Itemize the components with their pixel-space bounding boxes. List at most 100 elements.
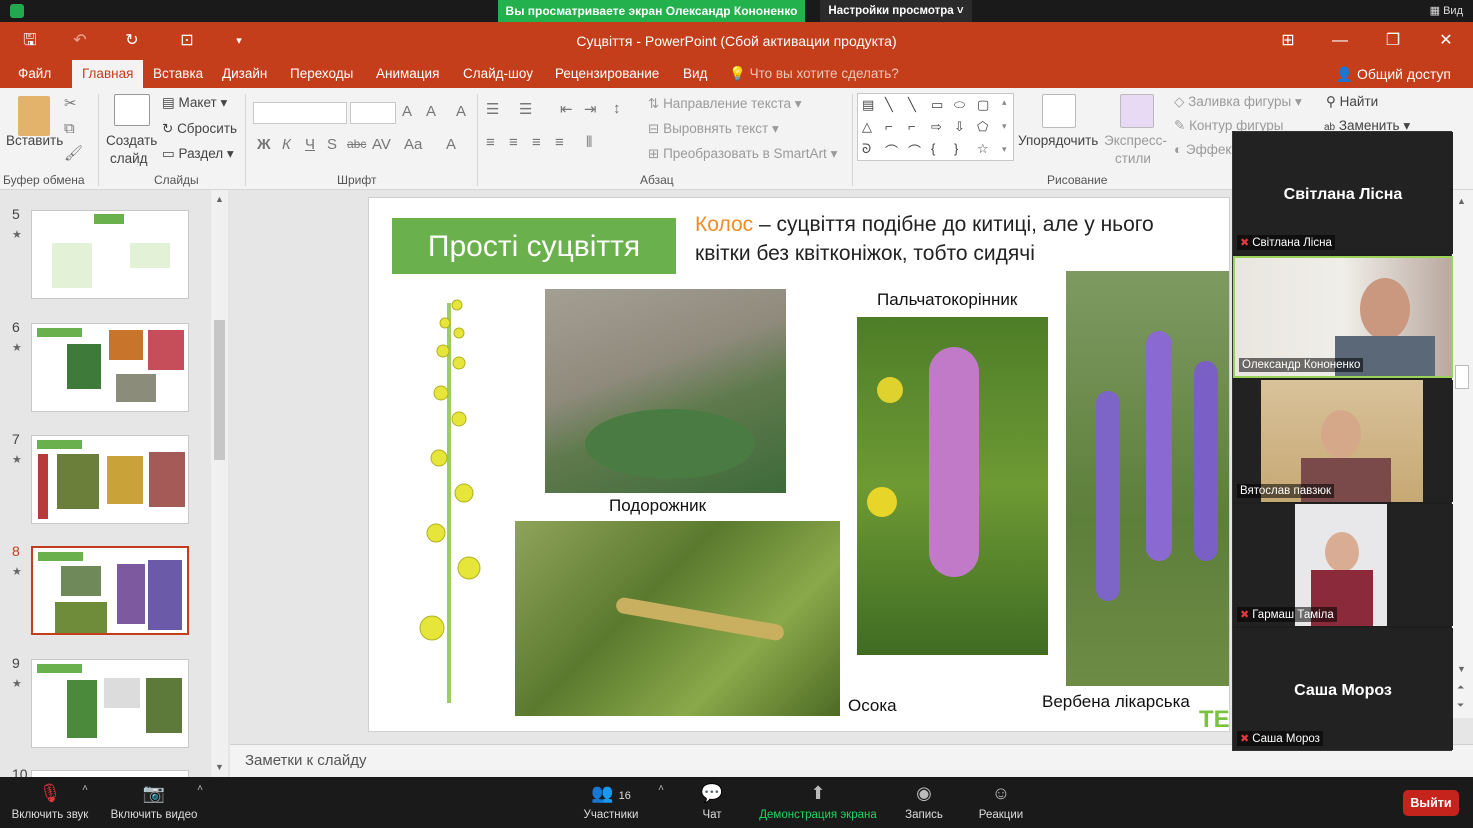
slide-thumbnail-9[interactable] (31, 659, 189, 748)
thumbnails-scrollbar[interactable]: ▲ ▼ (211, 190, 228, 777)
textbox-shape-icon[interactable]: ▤ (862, 97, 874, 113)
tell-me-box[interactable]: 💡 Что вы хотите сделать? (729, 66, 899, 82)
strikethrough-icon[interactable]: abc (347, 137, 366, 151)
participant-tile-active-speaker[interactable]: Олександр Кононенко (1233, 256, 1453, 378)
shrink-font-icon[interactable]: A (426, 103, 436, 120)
find-button[interactable]: ⚲ Найти (1326, 94, 1378, 110)
left-brace-icon[interactable]: { (931, 141, 935, 156)
audio-options-caret[interactable]: ˄ (78, 777, 92, 828)
rectangle-shape-icon[interactable]: ▭ (931, 97, 943, 113)
slide-description[interactable]: Колос – суцвіття подібне до китиці, але … (695, 210, 1154, 268)
participant-tile[interactable]: Вятослав павзюк (1233, 380, 1453, 502)
right-arrow-shape-icon[interactable]: ⇨ (931, 119, 942, 135)
new-slide-button[interactable]: Создать (106, 133, 157, 148)
slide-thumbnail-7[interactable] (31, 435, 189, 524)
scroll-up-icon[interactable]: ▲ (1457, 196, 1466, 206)
line-shape-icon[interactable]: ╲ (885, 97, 893, 113)
new-slide-icon[interactable] (114, 94, 150, 126)
record-button[interactable]: ◉ Запись (900, 777, 948, 828)
convert-smartart-button[interactable]: ⊞ Преобразовать в SmartArt ▾ (648, 146, 837, 162)
decrease-indent-icon[interactable]: ⇤ (560, 100, 573, 118)
tab-insert[interactable]: Вставка (153, 66, 203, 81)
bullets-icon[interactable]: ☰ (486, 100, 499, 118)
chat-button[interactable]: 💬 Чат (690, 777, 734, 828)
clear-format-icon[interactable]: A (456, 103, 466, 120)
align-center-icon[interactable]: ≡ (509, 134, 518, 151)
align-text-button[interactable]: ⊟ Выровнять текст ▾ (648, 121, 779, 137)
leave-button[interactable]: Выйти (1403, 790, 1459, 816)
shadow-icon[interactable]: S (327, 136, 337, 153)
slide-thumbnail-8[interactable] (31, 546, 189, 635)
copy-icon[interactable]: ⧉ (64, 120, 75, 137)
slide-thumbnail-6[interactable] (31, 323, 189, 412)
slide-title-box[interactable]: Прості суцвіття (392, 218, 676, 274)
video-options-caret[interactable]: ˄ (193, 777, 207, 828)
columns-icon[interactable]: ⫴ (586, 134, 592, 151)
arrange-button[interactable]: Упорядочить (1018, 133, 1098, 148)
current-slide[interactable]: Прості суцвіття Колос – суцвіття подібне… (368, 197, 1230, 732)
curve-shape-icon[interactable]: ⌒ (885, 141, 898, 160)
arrange-icon[interactable] (1042, 94, 1076, 128)
tab-home[interactable]: Главная (72, 60, 144, 88)
ribbon-display-icon[interactable]: ⊞ (1276, 29, 1300, 53)
tab-review[interactable]: Рецензирование (555, 66, 659, 81)
participants-caret[interactable]: ˄ (654, 777, 668, 828)
participant-tile[interactable]: ✖ Гармаш Таміла (1233, 504, 1453, 626)
rounded-rect-shape-icon[interactable]: ▢ (977, 97, 989, 113)
format-painter-icon[interactable]: 🖌 (64, 144, 83, 162)
slide-thumbnail-5[interactable] (31, 210, 189, 299)
triangle-shape-icon[interactable]: △ (862, 119, 872, 135)
justify-icon[interactable]: ≡ (555, 134, 564, 151)
quick-styles-icon[interactable] (1120, 94, 1154, 128)
section-button[interactable]: ▭ Раздел ▾ (162, 146, 234, 162)
bold-icon[interactable]: Ж (257, 136, 271, 153)
layout-button[interactable]: ▤ Макет ▾ (162, 95, 227, 111)
close-icon[interactable]: ✕ (1434, 29, 1458, 53)
participant-tile[interactable]: Саша Мороз ✖ Саша Мороз (1233, 628, 1453, 750)
quick-styles-button[interactable]: Экспресс- (1104, 133, 1167, 148)
numbering-icon[interactable]: ☰ (519, 100, 532, 118)
elbow-connector-icon[interactable]: ⌐ (885, 119, 893, 134)
oval-shape-icon[interactable]: ⬭ (954, 97, 965, 113)
tab-transitions[interactable]: Переходы (290, 66, 353, 81)
slide-scrollbar[interactable]: ▲ ▼ ⏶ ⏷ (1452, 190, 1473, 718)
increase-indent-icon[interactable]: ⇥ (584, 100, 597, 118)
shape-fill-button[interactable]: ◇ Заливка фигуры ▾ (1174, 94, 1302, 110)
gallery-down-icon[interactable]: ▾ (1002, 121, 1007, 132)
font-size-box[interactable] (350, 102, 396, 124)
paste-icon[interactable] (18, 96, 50, 136)
underline-icon[interactable]: Ч (305, 136, 315, 153)
align-left-icon[interactable]: ≡ (486, 134, 495, 151)
scroll-thumb[interactable] (214, 320, 225, 460)
freeform-shape-icon[interactable]: ⬠ (977, 119, 988, 135)
scroll-down-icon[interactable]: ▼ (215, 762, 224, 772)
tab-file[interactable]: Файл (18, 66, 51, 81)
shapes-gallery[interactable]: ▤ ╲ ╲ ▭ ⬭ ▢ △ ⌐ ⌐ ⇨ ⇩ ⬠ ᘐ ⌒ ⌒ { } ☆ ▴ ▾ … (857, 93, 1014, 161)
align-right-icon[interactable]: ≡ (532, 134, 541, 151)
share-screen-button[interactable]: ⬆ Демонстрация экрана (756, 777, 880, 828)
gallery-up-icon[interactable]: ▴ (1002, 97, 1007, 108)
gallery-more-icon[interactable]: ▾ (1002, 144, 1007, 155)
scribble-shape-icon[interactable]: ᘐ (862, 141, 871, 157)
paste-button[interactable]: Вставить (6, 133, 63, 148)
view-button[interactable]: ▦ Вид (1430, 4, 1463, 17)
font-color-icon[interactable]: A (446, 136, 456, 153)
tab-view[interactable]: Вид (683, 66, 707, 81)
char-spacing-icon[interactable]: AV (372, 136, 391, 153)
line-spacing-icon[interactable]: ↕ (613, 100, 621, 117)
scroll-up-icon[interactable]: ▲ (215, 194, 224, 204)
participant-tile[interactable]: Світлана Лісна ✖ Світлана Лісна (1233, 132, 1453, 254)
next-slide-icon[interactable]: ⏷ (1457, 700, 1464, 711)
scroll-thumb[interactable] (1455, 365, 1469, 389)
participants-button[interactable]: 👥 16 Участники (578, 777, 644, 828)
tab-slideshow[interactable]: Слайд-шоу (463, 66, 533, 81)
share-button[interactable]: 👤 Общий доступ (1336, 66, 1451, 83)
scroll-down-icon[interactable]: ▼ (1457, 664, 1466, 674)
minimize-icon[interactable]: — (1328, 29, 1352, 53)
reactions-button[interactable]: ☺ Реакции (972, 777, 1030, 828)
tab-animations[interactable]: Анимация (376, 66, 439, 81)
prev-slide-icon[interactable]: ⏶ (1457, 682, 1464, 693)
text-direction-button[interactable]: ⇅ Направление текста ▾ (648, 96, 802, 112)
view-options-button[interactable]: Настройки просмотра ˅ (820, 0, 972, 22)
elbow-arrow-icon[interactable]: ⌐ (908, 119, 916, 134)
